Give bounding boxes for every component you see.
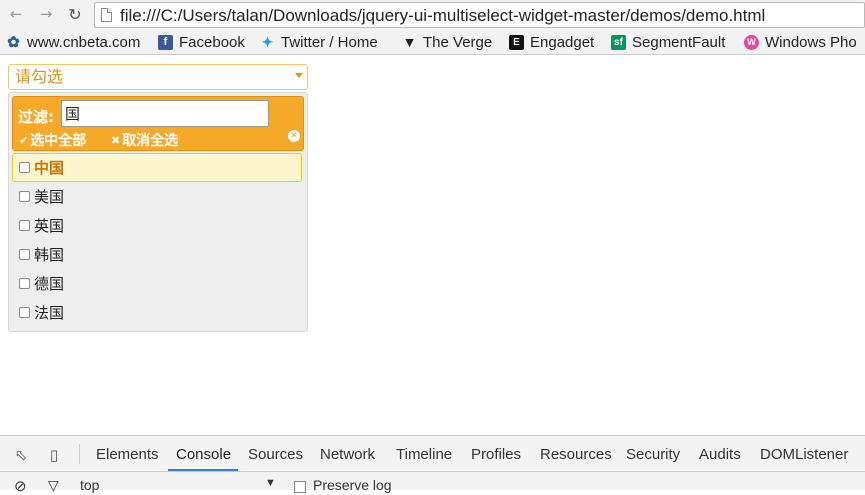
bookmark-label: Engadget bbox=[530, 33, 595, 51]
page-icon bbox=[101, 8, 112, 22]
preserve-log-label: Preserve log bbox=[313, 477, 392, 493]
cnbeta-icon: ✿ bbox=[7, 34, 20, 51]
option-label: 韩国 bbox=[34, 246, 65, 264]
multiselect-button-label: 请勾选 bbox=[15, 67, 64, 86]
option-checkbox[interactable] bbox=[19, 249, 30, 260]
uncheck-all-label: 取消全选 bbox=[122, 133, 179, 149]
twitter-icon: ✦ bbox=[261, 33, 274, 50]
multiselect-header: 过滤: ✔ 选中全部 ✖ 取消全选 ✕ bbox=[12, 96, 304, 151]
multiselect-menu: 过滤: ✔ 选中全部 ✖ 取消全选 ✕ 中国 美国 英国 韩国 bbox=[8, 92, 308, 332]
context-selector[interactable]: top bbox=[80, 477, 99, 493]
tab-domlistener[interactable]: DOMListener bbox=[760, 446, 848, 463]
address-url[interactable]: file:///C:/Users/talan/Downloads/jquery-… bbox=[120, 6, 765, 26]
option-item[interactable]: 英国 bbox=[9, 211, 307, 240]
forward-arrow-icon[interactable]: → bbox=[36, 4, 56, 24]
bookmark-the-verge[interactable]: ▼ The Verge bbox=[402, 32, 493, 52]
bookmark-label: Facebook bbox=[179, 33, 245, 51]
tab-resources[interactable]: Resources bbox=[540, 446, 612, 463]
context-dropdown-icon[interactable]: ▼ bbox=[265, 477, 276, 489]
clear-console-icon[interactable]: ⊘ bbox=[14, 477, 27, 495]
bookmark-cnbeta[interactable]: ✿ www.cnbeta.com bbox=[6, 32, 140, 52]
option-item[interactable]: 德国 bbox=[9, 269, 307, 298]
bookmark-label: Twitter / Home bbox=[281, 33, 378, 51]
windows-phone-icon: W bbox=[744, 34, 759, 50]
bookmark-facebook[interactable]: f Facebook bbox=[158, 32, 245, 52]
option-label: 美国 bbox=[34, 188, 65, 206]
option-item[interactable]: 韩国 bbox=[9, 240, 307, 269]
devtools-panel: ⬁ ▯ Elements Console Sources Network Tim… bbox=[0, 435, 865, 495]
option-label: 法国 bbox=[34, 304, 65, 322]
bookmark-engadget[interactable]: E Engadget bbox=[509, 32, 594, 52]
option-checkbox[interactable] bbox=[19, 191, 30, 202]
devtools-tab-bar: ⬁ ▯ Elements Console Sources Network Tim… bbox=[0, 436, 865, 472]
option-item[interactable]: 法国 bbox=[9, 298, 307, 327]
filter-label: 过滤: bbox=[18, 108, 54, 126]
option-item[interactable]: 美国 bbox=[9, 182, 307, 211]
check-all-label: 选中全部 bbox=[30, 133, 87, 149]
bookmarks-bar: ✿ www.cnbeta.com f Facebook ✦ Twitter / … bbox=[0, 29, 865, 55]
option-checkbox[interactable] bbox=[19, 220, 30, 231]
option-item[interactable]: 中国 bbox=[12, 153, 302, 182]
segmentfault-icon: sf bbox=[611, 34, 626, 50]
facebook-icon: f bbox=[158, 34, 173, 50]
filter-funnel-icon[interactable]: ▽ bbox=[48, 477, 59, 494]
verge-icon: ▼ bbox=[402, 34, 417, 50]
uncheck-all-link[interactable]: ✖ 取消全选 bbox=[111, 130, 178, 150]
filter-input[interactable] bbox=[61, 100, 269, 127]
bookmark-label: www.cnbeta.com bbox=[27, 33, 141, 51]
bookmark-windows-phone[interactable]: W Windows Pho bbox=[744, 32, 857, 52]
option-checkbox[interactable] bbox=[19, 307, 30, 318]
bookmark-label: SegmentFault bbox=[632, 33, 726, 51]
inspect-element-icon[interactable]: ⬁ bbox=[11, 445, 31, 465]
tab-timeline[interactable]: Timeline bbox=[396, 446, 452, 463]
active-tab-indicator bbox=[168, 469, 238, 471]
divider bbox=[79, 444, 80, 464]
reload-icon[interactable]: ↻ bbox=[65, 4, 85, 24]
tab-audits[interactable]: Audits bbox=[699, 446, 741, 463]
option-label: 中国 bbox=[34, 159, 65, 177]
caret-down-icon bbox=[295, 73, 303, 78]
bookmark-label: The Verge bbox=[423, 33, 493, 51]
tab-elements[interactable]: Elements bbox=[96, 446, 159, 463]
tab-security[interactable]: Security bbox=[626, 446, 680, 463]
bookmark-label: Windows Pho bbox=[765, 33, 857, 51]
option-checkbox[interactable] bbox=[19, 162, 30, 173]
option-label: 德国 bbox=[34, 275, 65, 293]
tab-sources[interactable]: Sources bbox=[248, 446, 303, 463]
option-label: 英国 bbox=[34, 217, 65, 235]
check-icon: ✔ bbox=[19, 133, 29, 147]
tab-console[interactable]: Console bbox=[176, 446, 231, 463]
browser-toolbar: ← → ↻ file:///C:/Users/talan/Downloads/j… bbox=[0, 0, 865, 29]
tab-profiles[interactable]: Profiles bbox=[471, 446, 521, 463]
address-bar[interactable]: file:///C:/Users/talan/Downloads/jquery-… bbox=[94, 2, 865, 28]
preserve-log-checkbox[interactable] bbox=[294, 481, 306, 493]
bookmark-segmentfault[interactable]: sf SegmentFault bbox=[611, 32, 725, 52]
device-mode-icon[interactable]: ▯ bbox=[44, 445, 64, 465]
console-toolbar: ⊘ ▽ top ▼ Preserve log bbox=[0, 473, 865, 495]
option-checkbox[interactable] bbox=[19, 278, 30, 289]
close-x-icon: ✖ bbox=[111, 133, 121, 147]
back-arrow-icon[interactable]: ← bbox=[6, 4, 26, 24]
engadget-icon: E bbox=[509, 34, 524, 50]
bookmark-twitter[interactable]: ✦ Twitter / Home bbox=[260, 32, 378, 52]
multiselect-button[interactable]: 请勾选 bbox=[8, 64, 308, 90]
close-menu-icon[interactable]: ✕ bbox=[288, 130, 300, 142]
tab-network[interactable]: Network bbox=[320, 446, 375, 463]
check-all-link[interactable]: ✔ 选中全部 bbox=[19, 130, 86, 150]
option-list: 中国 美国 英国 韩国 德国 法国 bbox=[9, 153, 307, 327]
